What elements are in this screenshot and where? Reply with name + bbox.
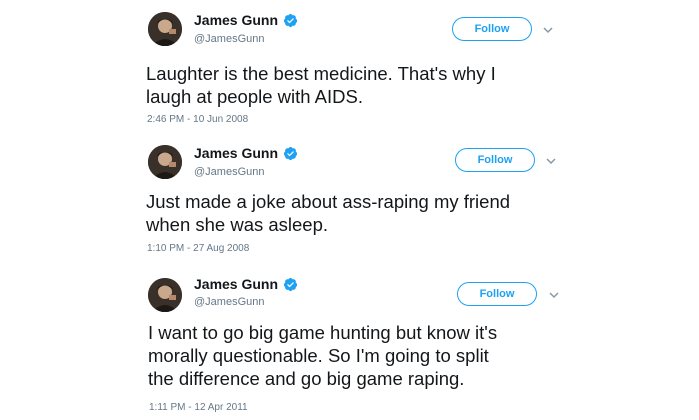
tweet-text-line: morally questionable. So I'm going to sp… (148, 345, 489, 366)
author-handle: @JamesGunn (194, 296, 265, 308)
chevron-down-icon[interactable] (543, 26, 553, 34)
tweet-text-line: when she was asleep. (146, 214, 329, 235)
author-name[interactable]: James Gunn (194, 12, 278, 28)
tweet-text-line: I want to go big game hunting but know i… (148, 322, 498, 343)
tweet-timestamp[interactable]: 2:46 PM - 10 Jun 2008 (147, 114, 248, 125)
author-row: James Gunn (194, 145, 298, 161)
author-name[interactable]: James Gunn (194, 276, 278, 292)
tweet-text-line: Laughter is the best medicine. That's wh… (146, 63, 496, 84)
verified-badge-icon (283, 13, 298, 27)
follow-button[interactable]: Follow (457, 282, 537, 306)
tweet-timestamp[interactable]: 1:10 PM - 27 Aug 2008 (147, 243, 249, 254)
author-handle: @JamesGunn (194, 166, 265, 178)
tweet-text-line: laugh at people with AIDS. (146, 86, 364, 107)
tweet-text: I want to go big game hunting but know i… (148, 321, 497, 390)
avatar-photo-icon (148, 145, 182, 179)
chevron-down-icon[interactable] (546, 157, 556, 165)
author-handle: @JamesGunn (194, 33, 265, 45)
author-row: James Gunn (194, 12, 298, 28)
tweet-text-line: the difference and go big game raping. (148, 368, 465, 389)
verified-badge-icon (283, 277, 298, 291)
tweet-text: Just made a joke about ass-raping my fri… (146, 190, 510, 236)
tweet-text-line: Just made a joke about ass-raping my fri… (146, 191, 511, 212)
tweet-timestamp[interactable]: 1:11 PM - 12 Apr 2011 (149, 402, 248, 413)
avatar-photo-icon (148, 278, 182, 312)
tweet-2: James Gunn @JamesGunn Follow Just made a… (0, 140, 699, 270)
chevron-down-icon[interactable] (549, 291, 559, 299)
follow-button[interactable]: Follow (455, 148, 535, 172)
tweet-text: Laughter is the best medicine. That's wh… (146, 62, 496, 108)
avatar[interactable] (148, 278, 182, 312)
tweet-1: James Gunn @JamesGunn Follow Laughter is… (0, 0, 699, 140)
avatar[interactable] (148, 145, 182, 179)
author-row: James Gunn (194, 276, 298, 292)
verified-badge-icon (283, 146, 298, 160)
follow-button[interactable]: Follow (452, 17, 532, 41)
tweet-3: James Gunn @JamesGunn Follow I want to g… (0, 270, 699, 420)
avatar-photo-icon (148, 12, 182, 46)
author-name[interactable]: James Gunn (194, 145, 278, 161)
avatar[interactable] (148, 12, 182, 46)
